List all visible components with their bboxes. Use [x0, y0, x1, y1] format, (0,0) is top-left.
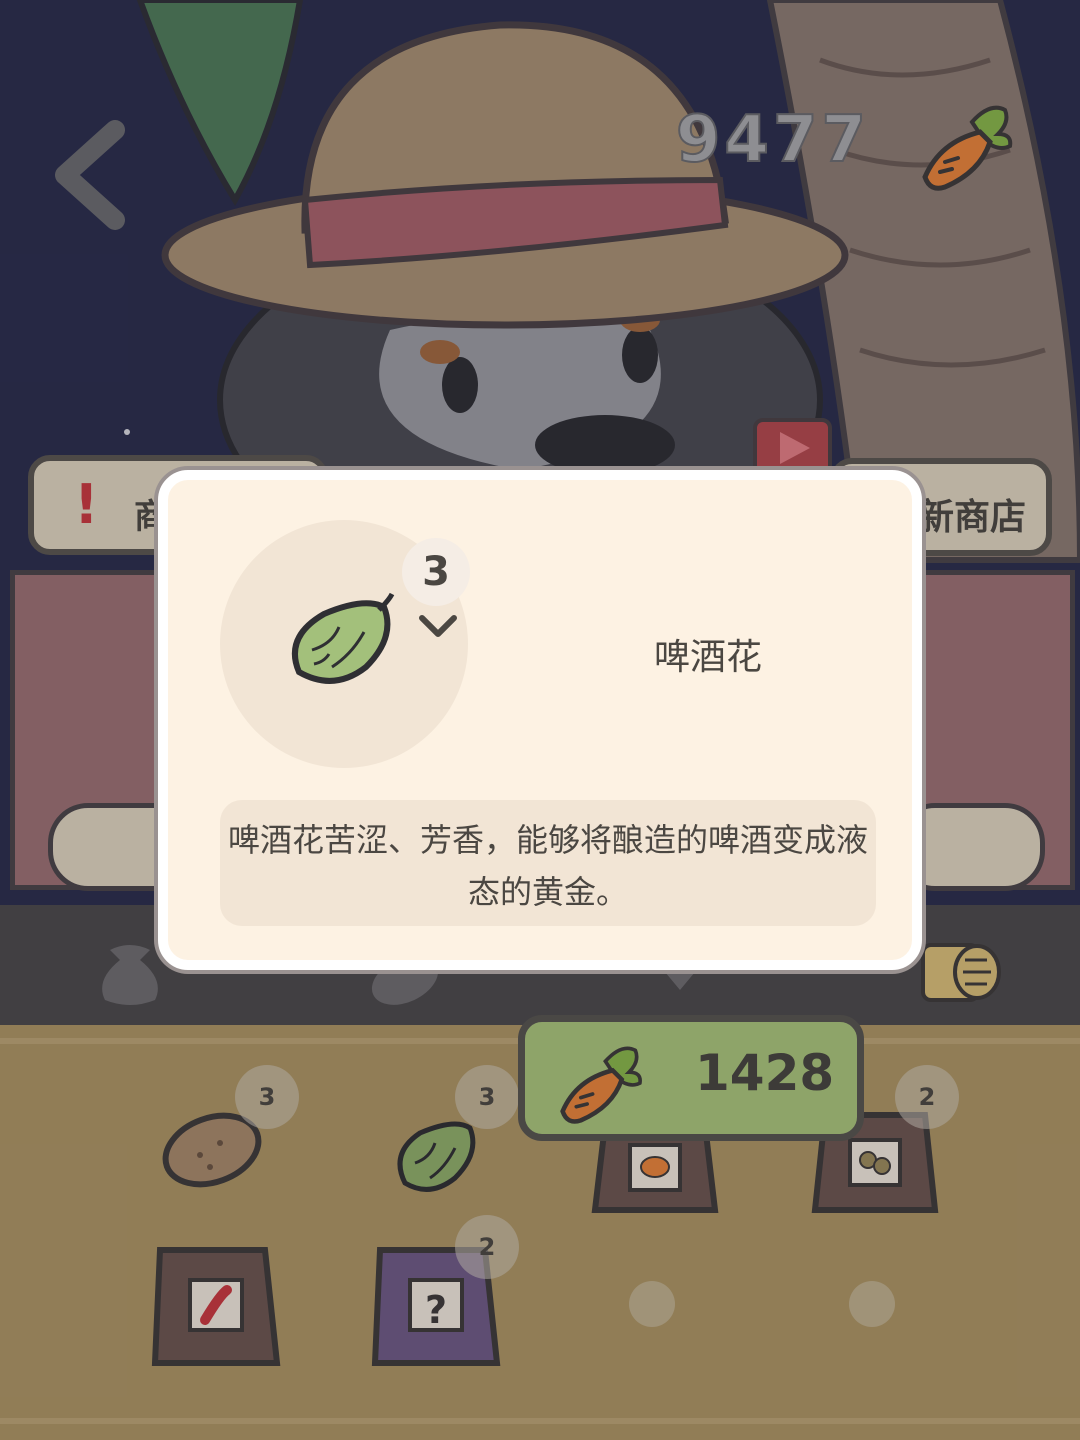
item-detail-modal: 3 啤酒花 啤酒花苦涩、芳香，能够将酿造的啤酒变成液态的黄金。 — [158, 470, 922, 970]
item-count-badge: 3 — [455, 1065, 519, 1129]
empty-slot-indicator — [629, 1281, 675, 1327]
tab-produce-icon[interactable] — [905, 920, 1025, 1020]
item-name: 啤酒花 — [653, 637, 762, 678]
back-arrow-icon[interactable] — [40, 115, 140, 235]
pepper-seed-bag-icon — [151, 1247, 281, 1366]
inventory-slot-potato[interactable]: 3 — [140, 1065, 320, 1235]
inventory-divider-bottom — [0, 1418, 1080, 1424]
item-count-badge: 2 — [895, 1065, 959, 1129]
game-scene: 9477 ! 商 新商店 3 3 2 ? 2 1428 3 啤酒花 啤酒花苦涩、… — [0, 0, 1080, 1440]
alert-icon: ! — [74, 473, 99, 536]
refresh-shop-label: 新商店 — [917, 497, 1026, 538]
inventory-slot-pepper-seed-bag[interactable] — [140, 1235, 320, 1395]
sell-price-button[interactable]: 1428 — [518, 1015, 864, 1141]
currency-total: 9477 — [675, 102, 870, 178]
item-description: 啤酒花苦涩、芳香，能够将酿造的啤酒变成液态的黄金。 — [220, 800, 876, 926]
carrot-icon — [560, 1046, 642, 1124]
sell-price-value: 1428 — [695, 1044, 835, 1102]
hops-icon — [292, 592, 395, 684]
item-count-badge: 2 — [455, 1215, 519, 1279]
quantity-selector[interactable]: 3 — [402, 538, 470, 606]
svg-text:?: ? — [425, 1288, 447, 1332]
hops-icon — [397, 1121, 476, 1192]
currency-display: 9477 — [675, 100, 1060, 200]
empty-slot-indicator — [849, 1281, 895, 1327]
item-count-badge: 3 — [235, 1065, 299, 1129]
chevron-down-icon[interactable] — [416, 608, 460, 644]
carrot-icon — [922, 105, 1013, 191]
inventory-slot-mystery-seed-bag[interactable]: ? 2 — [360, 1215, 540, 1395]
